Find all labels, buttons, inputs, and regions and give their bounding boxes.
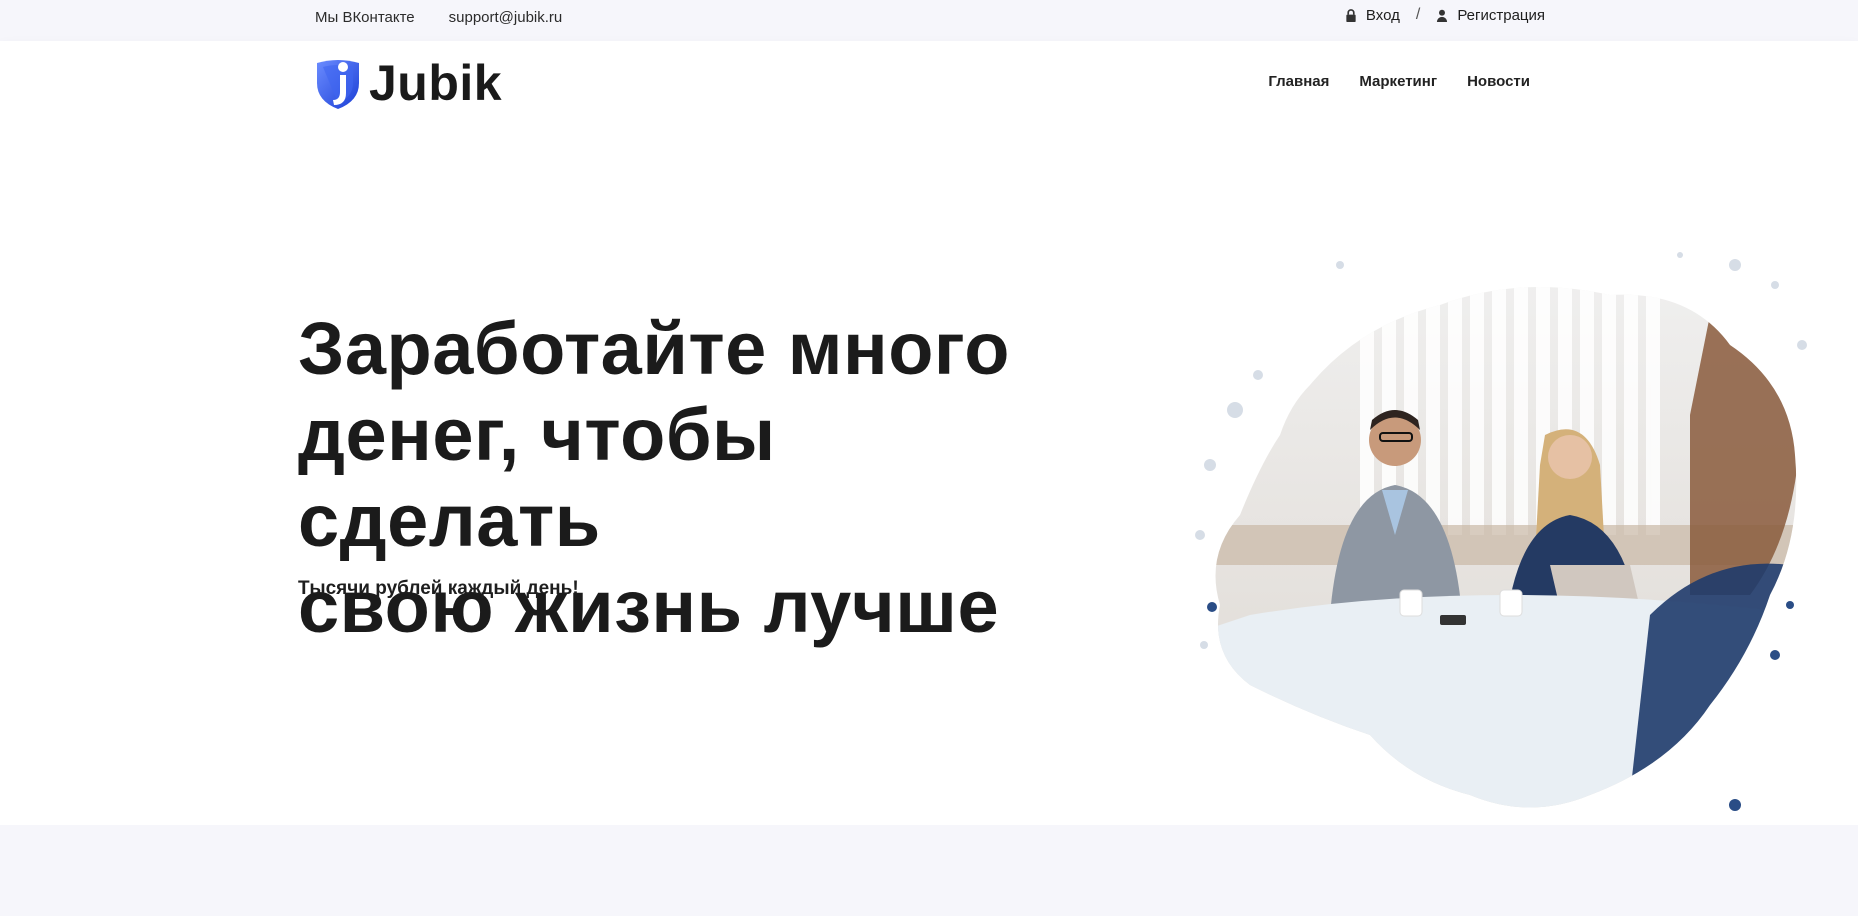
support-email-link[interactable]: support@jubik.ru xyxy=(449,9,563,26)
main-navbar: Jubik Главная Маркетинг Новости xyxy=(0,41,1858,125)
user-icon xyxy=(1437,9,1448,22)
hero-section: Заработайте много денег, чтобы сделать с… xyxy=(0,125,1858,825)
register-label: Регистрация xyxy=(1457,6,1545,24)
auth-separator: / xyxy=(1415,6,1421,23)
shield-logo-icon xyxy=(317,60,359,109)
site-logo[interactable]: Jubik xyxy=(313,55,502,111)
logo-text: Jubik xyxy=(369,55,503,111)
login-link[interactable]: Вход xyxy=(1345,7,1400,24)
nav-item-marketing[interactable]: Маркетинг xyxy=(1359,73,1437,90)
login-label: Вход xyxy=(1365,6,1400,24)
hero-title-line-2: денег, чтобы сделать xyxy=(298,393,776,562)
top-bar: Мы ВКонтакте support@jubik.ru Вход / Рег… xyxy=(0,0,1858,41)
nav-item-news[interactable]: Новости xyxy=(1467,73,1530,90)
register-link[interactable]: Регистрация xyxy=(1436,7,1545,24)
top-bar-auth: Вход / Регистрация xyxy=(1345,6,1545,24)
lock-icon xyxy=(1346,8,1356,22)
next-section-band xyxy=(0,825,1858,916)
hero-title-line-1: Заработайте много xyxy=(298,307,1010,390)
vk-link[interactable]: Мы ВКонтакте xyxy=(315,9,415,26)
hero-meeting-image xyxy=(1195,252,1807,811)
hero-subtitle: Тысячи рублей каждый день! xyxy=(298,578,579,599)
nav-menu: Главная Маркетинг Новости xyxy=(1268,73,1530,90)
top-bar-contacts: Мы ВКонтакте support@jubik.ru xyxy=(315,9,562,26)
nav-item-home[interactable]: Главная xyxy=(1268,73,1329,90)
